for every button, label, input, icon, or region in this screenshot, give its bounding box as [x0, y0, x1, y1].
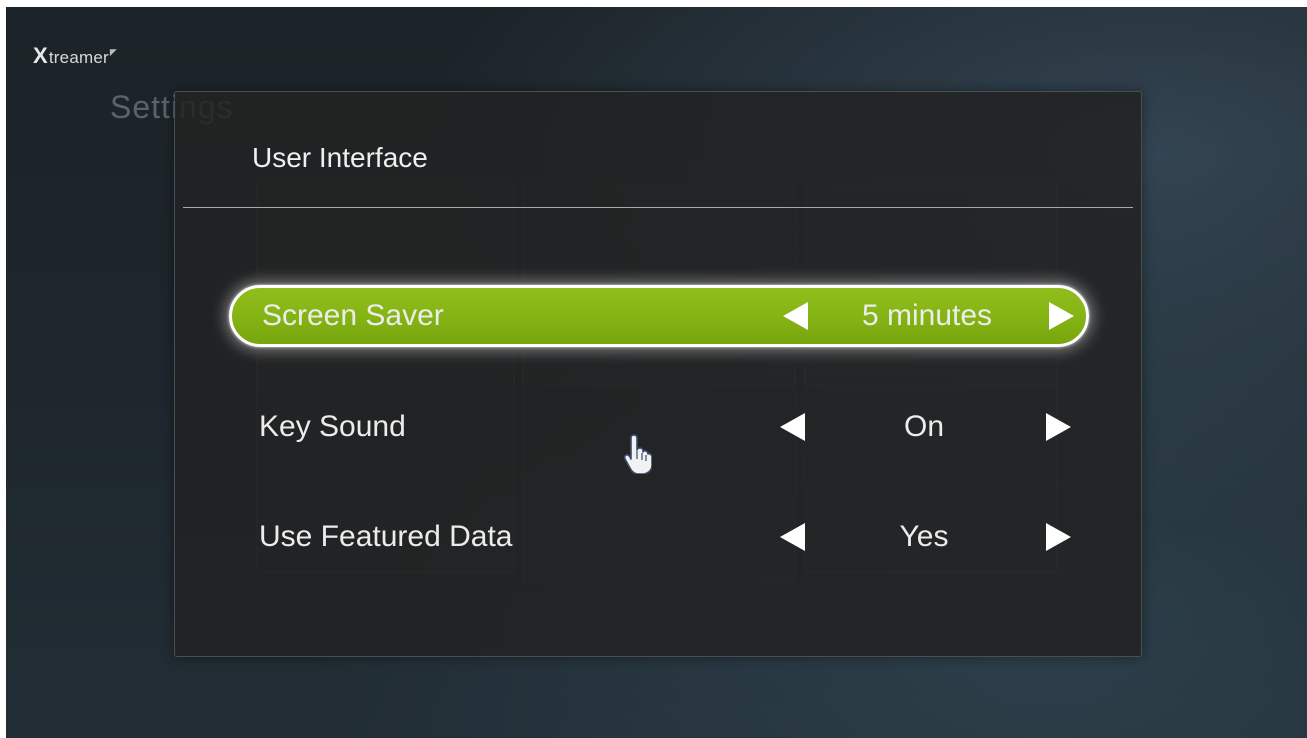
setting-value: Yes: [899, 520, 949, 553]
setting-row-key-sound[interactable]: Key Sound On: [229, 396, 1089, 458]
logo-text: treamer: [48, 48, 109, 67]
logo-x: X: [33, 43, 48, 68]
setting-label: Use Featured Data: [259, 520, 513, 553]
triangle-right-icon[interactable]: [1046, 523, 1071, 551]
triangle-right-icon[interactable]: [1046, 413, 1071, 441]
brand-logo: X treamer ◤: [33, 43, 117, 69]
setting-label: Key Sound: [259, 410, 406, 443]
setting-value: 5 minutes: [861, 299, 993, 332]
hand-pointer-icon: [623, 434, 652, 474]
dialog-divider: [183, 207, 1133, 208]
setting-row-screen-saver[interactable]: Screen Saver 5 minutes: [229, 285, 1089, 347]
triangle-left-icon[interactable]: [780, 523, 805, 551]
setting-label: Screen Saver: [262, 299, 444, 332]
setting-value: On: [903, 410, 945, 443]
dialog-title: User Interface: [252, 142, 428, 173]
tv-screen: X treamer ◤ Settings User Interface Scre…: [6, 7, 1307, 738]
triangle-left-icon[interactable]: [780, 413, 805, 441]
signal-icon: ◤: [109, 47, 117, 57]
triangle-right-icon[interactable]: [1049, 302, 1074, 330]
setting-row-use-featured-data[interactable]: Use Featured Data Yes: [229, 506, 1089, 568]
user-interface-dialog: User Interface Screen Saver 5 minutes Ke…: [174, 91, 1142, 657]
triangle-left-icon[interactable]: [783, 302, 808, 330]
